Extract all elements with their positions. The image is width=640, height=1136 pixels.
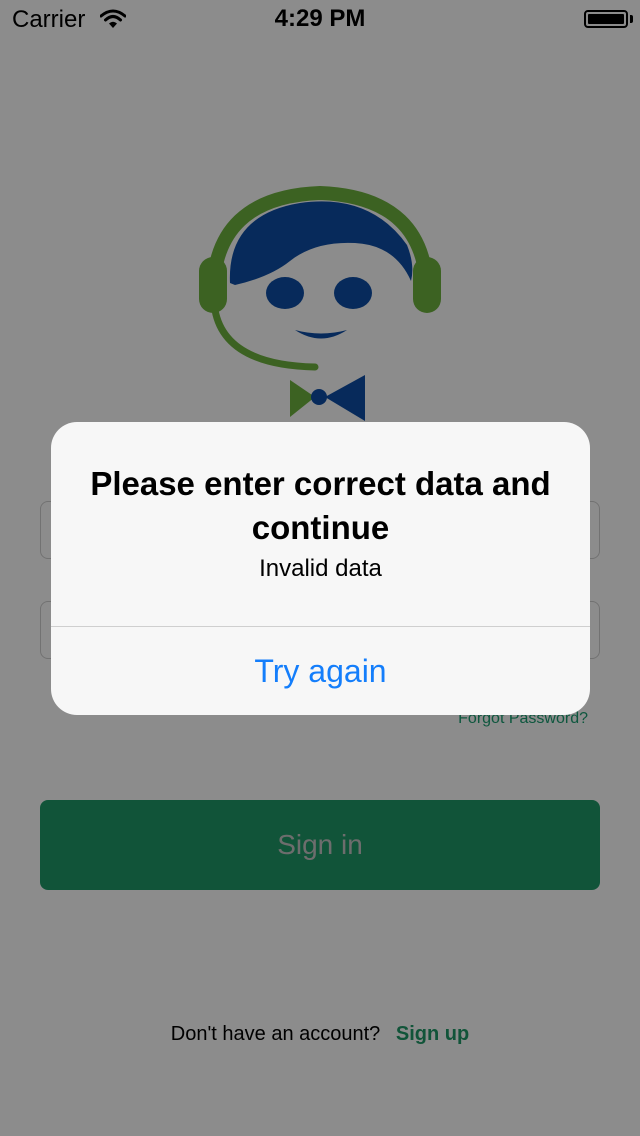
alert-title: Please enter correct data and continue — [90, 465, 551, 546]
login-screen: Carrier 4:29 PM Forgot Password? Sign in… — [0, 0, 640, 1136]
try-again-button[interactable]: Try again — [51, 627, 590, 715]
alert-dialog: Please enter correct data and continue I… — [51, 422, 590, 715]
alert-message: Invalid data — [259, 555, 382, 582]
